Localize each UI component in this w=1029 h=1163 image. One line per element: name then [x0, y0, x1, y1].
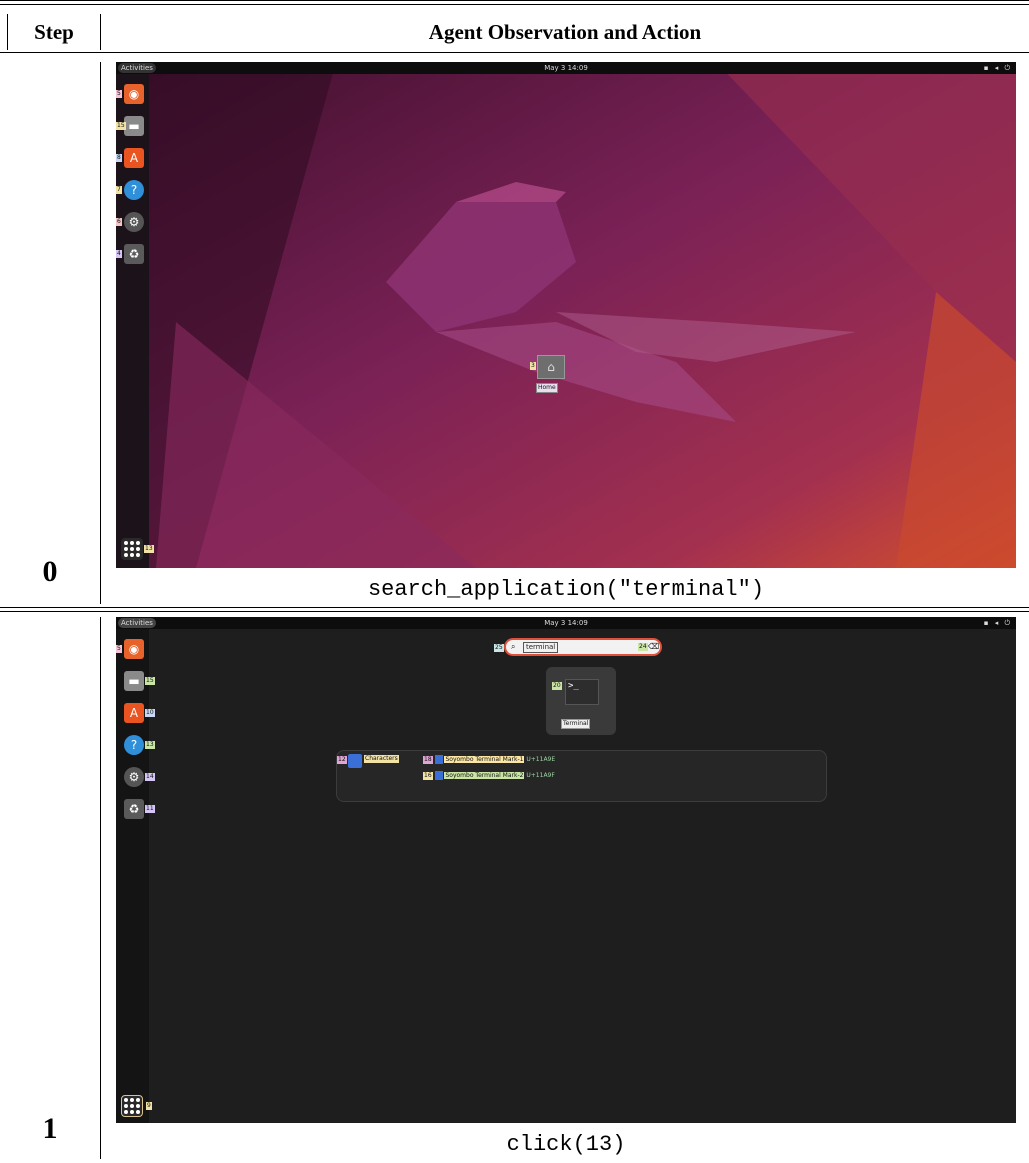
search-value: terminal	[523, 642, 559, 653]
settings-icon[interactable]: ⚙	[124, 767, 144, 787]
system-tray[interactable]: ▪ ◂ ⏻	[984, 63, 1012, 73]
dock-tag: 7	[116, 186, 122, 194]
dock-tag: 14	[145, 773, 155, 781]
table-top-rule-2	[0, 4, 1029, 5]
dock-tag: 5	[116, 90, 122, 98]
char-result-name: Soyombo Terminal Mark-1	[444, 756, 525, 763]
row-rule	[0, 607, 1029, 608]
app-result-terminal[interactable]: 20 >_ Terminal	[546, 667, 616, 735]
table-top-rule	[0, 0, 1029, 1]
wallpaper	[116, 62, 1016, 568]
dock-tag: 9	[146, 1102, 152, 1110]
char-result-code: U+11A9F	[526, 772, 555, 779]
dock-tag: 15	[116, 122, 126, 130]
row-rule-2	[0, 611, 1029, 612]
dock-tag: 6	[116, 218, 122, 226]
dock-tag: 11	[145, 805, 155, 813]
dock: ◉ 5 ▬ 15 A 8 ? 7 ⚙ 6 ♻ 4 13	[116, 74, 154, 568]
characters-tag: 12	[337, 756, 347, 764]
header-step: Step	[34, 19, 74, 44]
app-center-icon[interactable]: A	[124, 148, 144, 168]
top-bar: Activities May 3 14:09 ▪ ◂ ⏻	[116, 617, 1016, 629]
char-glyph-icon	[434, 771, 443, 780]
header-rule	[0, 52, 1029, 53]
char-glyph-icon	[434, 755, 443, 764]
dock: ◉ 5 ▬ 15 A 10 ? 13 ⚙ 14 ♻ 11 9	[116, 629, 155, 1123]
clear-search-icon[interactable]: ⌫	[648, 642, 659, 651]
dock-tag: 8	[116, 154, 122, 162]
characters-results-panel: 12 Characters 18 Soyombo Terminal Mark-1…	[336, 750, 827, 802]
firefox-icon[interactable]: ◉	[124, 84, 144, 104]
show-apps-grid-icon[interactable]	[121, 1095, 143, 1117]
files-icon[interactable]: ▬	[124, 671, 144, 691]
action-text: click(13)	[506, 1132, 626, 1157]
clear-tag: 24	[638, 643, 648, 651]
files-icon[interactable]: ▬	[124, 116, 144, 136]
screenshot-overview: Activities May 3 14:09 ▪ ◂ ⏻ ◉ 5 ▬ 15 A …	[116, 617, 1016, 1123]
dock-tag: 5	[116, 645, 122, 653]
show-apps-grid-icon[interactable]	[121, 538, 143, 560]
char-result-tag: 16	[423, 772, 433, 780]
clock[interactable]: May 3 14:09	[116, 618, 1016, 628]
app-center-icon[interactable]: A	[124, 703, 144, 723]
result-tag: 20	[552, 682, 562, 690]
step-number: 0	[42, 555, 58, 588]
column-divider	[100, 617, 101, 1159]
system-tray[interactable]: ▪ ◂ ⏻	[984, 618, 1012, 628]
dock-tag: 10	[145, 709, 155, 717]
top-bar: Activities May 3 14:09 ▪ ◂ ⏻	[116, 62, 1016, 74]
char-result-name: Soyombo Terminal Mark-2	[444, 772, 525, 779]
screenshot-desktop: Activities May 3 14:09 ▪ ◂ ⏻ ◉ 5 ▬ 15 A …	[116, 62, 1016, 568]
terminal-icon: >_	[565, 679, 599, 705]
desktop-home-label[interactable]: Home	[536, 383, 558, 393]
characters-app-icon	[348, 754, 362, 768]
column-divider	[100, 62, 101, 604]
firefox-icon[interactable]: ◉	[124, 639, 144, 659]
action-text: search_application("terminal")	[367, 577, 765, 602]
trash-icon[interactable]: ♻	[124, 244, 144, 264]
search-input[interactable]: ⌕ terminal 24 ⌫	[504, 638, 662, 656]
char-result-code: U+11A9E	[526, 756, 556, 763]
dock-tag: 15	[145, 677, 155, 685]
header-observation: Agent Observation and Action	[428, 19, 702, 44]
settings-icon[interactable]: ⚙	[124, 212, 144, 232]
desktop-home-tag: 3	[530, 362, 536, 370]
help-icon[interactable]: ?	[124, 180, 144, 200]
char-result-row[interactable]: 18 Soyombo Terminal Mark-1 U+11A9E	[423, 755, 555, 764]
search-icon: ⌕	[511, 642, 516, 651]
home-folder-icon[interactable]: ⌂	[537, 355, 565, 379]
help-icon[interactable]: ?	[124, 735, 144, 755]
dock-tag: 4	[116, 250, 122, 258]
char-result-tag: 18	[423, 756, 433, 764]
trash-icon[interactable]: ♻	[124, 799, 144, 819]
dock-tag: 13	[144, 545, 154, 553]
char-result-row[interactable]: 16 Soyombo Terminal Mark-2 U+11A9F	[423, 771, 555, 780]
step-number: 1	[42, 1112, 58, 1145]
dock-tag: 13	[145, 741, 155, 749]
search-tag: 25	[494, 644, 504, 652]
clock[interactable]: May 3 14:09	[116, 63, 1016, 73]
terminal-label: Terminal	[561, 719, 591, 729]
characters-label: Characters	[364, 755, 399, 763]
